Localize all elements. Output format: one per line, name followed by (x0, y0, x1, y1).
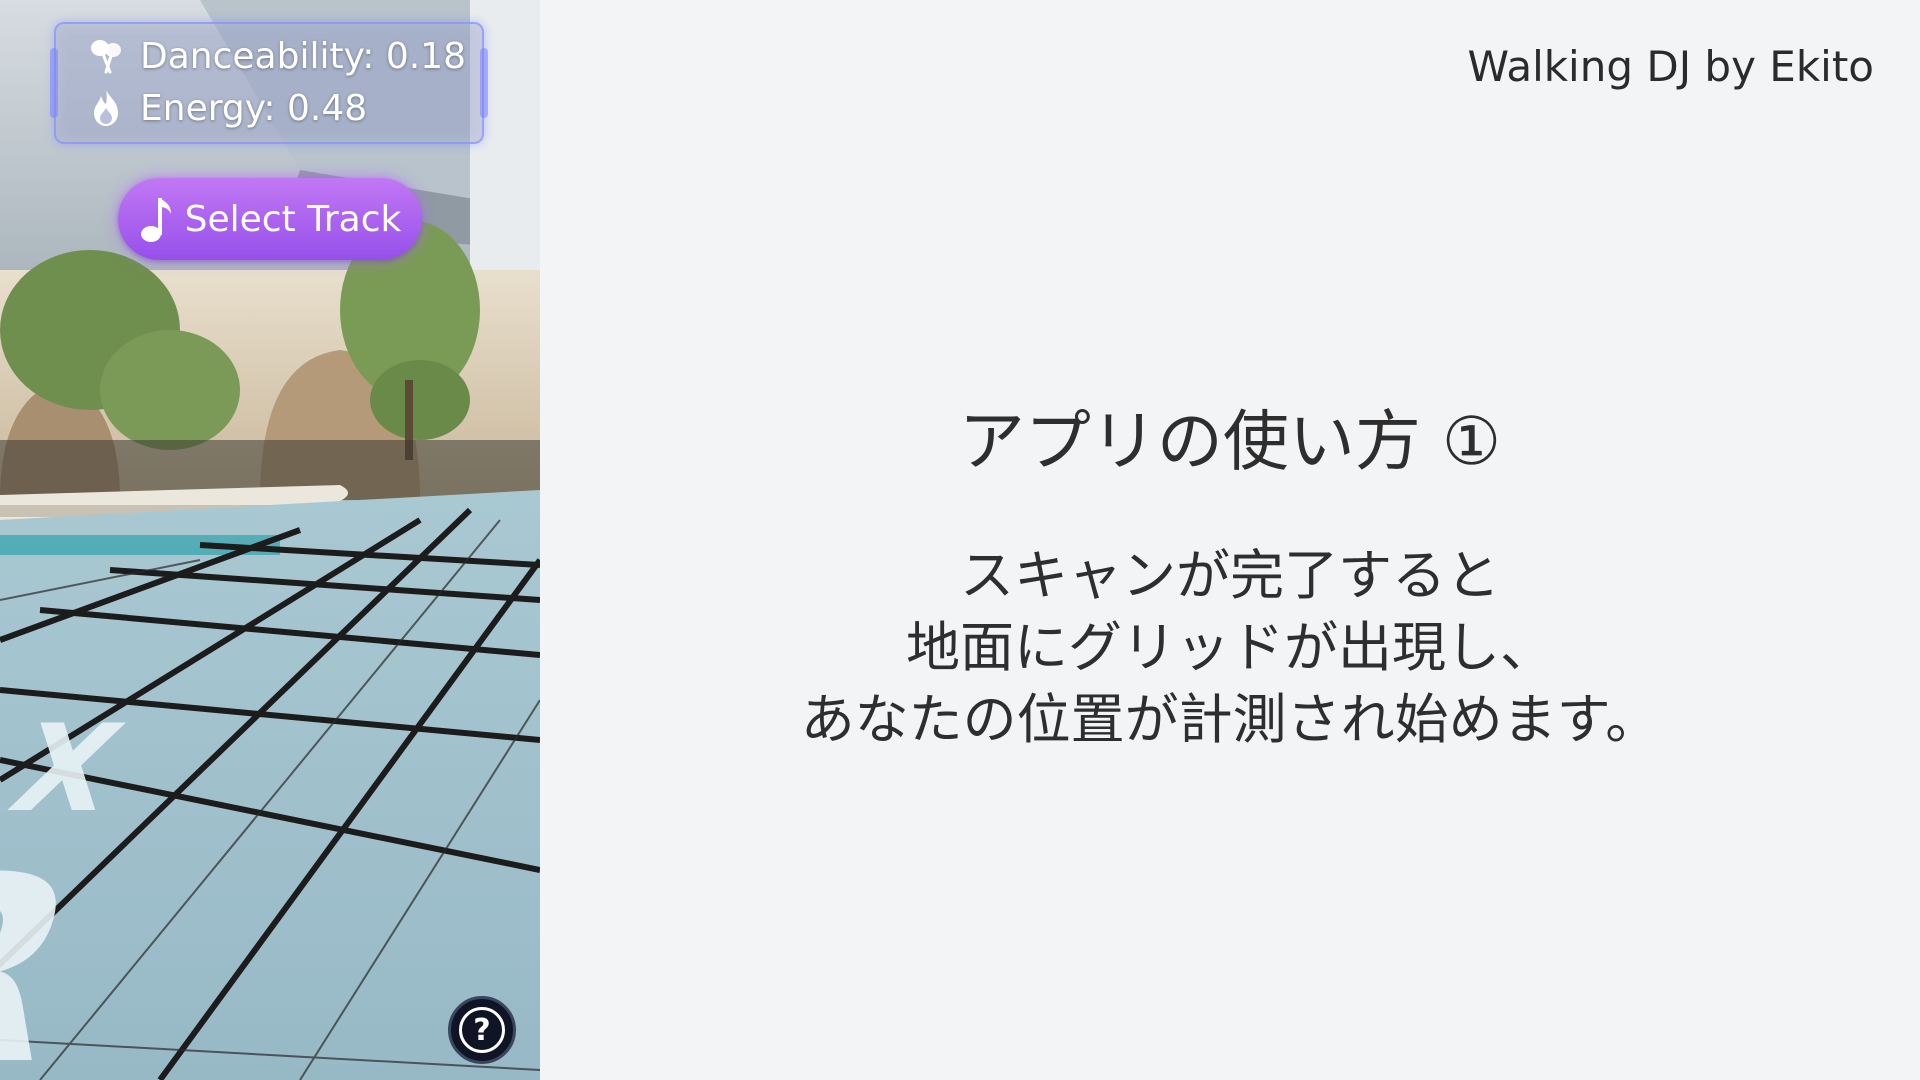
slide-title: アプリの使い方 ① (958, 403, 1502, 480)
danceability-row: Danceability: 0.18 (86, 32, 466, 80)
app-root: AR X Danceability: 0.18 Energy: 0.48 Sel… (0, 0, 1920, 1080)
help-button[interactable]: ? (448, 996, 516, 1064)
energy-row: Energy: 0.48 (86, 84, 367, 132)
danceability-value: Danceability: 0.18 (140, 35, 466, 77)
slide-body-line: スキャンが完了すると (960, 544, 1500, 607)
help-label: ? (473, 1012, 491, 1048)
brand-title: Walking DJ by Ekito (1467, 42, 1874, 91)
slide-body-line: あなたの位置が計測され始めます。 (800, 688, 1660, 751)
slide-body: スキャンが完了すると 地面にグリッドが出現し、 あなたの位置が計測され始めます。 (540, 540, 1920, 756)
energy-value: Energy: 0.48 (140, 87, 368, 129)
select-track-button[interactable]: Select Track (118, 178, 422, 260)
slide-body-line: 地面にグリッドが出現し、 (906, 616, 1554, 679)
flame-icon (86, 88, 126, 128)
music-stats-panel: Danceability: 0.18 Energy: 0.48 (50, 22, 488, 144)
ar-scene-background: AR X (0, 0, 540, 1080)
select-track-label: Select Track (184, 198, 402, 240)
help-icon: ? (459, 1007, 505, 1053)
ar-camera-view[interactable]: AR X Danceability: 0.18 Energy: 0.48 Sel… (0, 0, 540, 1080)
music-note-icon (140, 198, 171, 242)
maracas-icon (86, 36, 126, 76)
